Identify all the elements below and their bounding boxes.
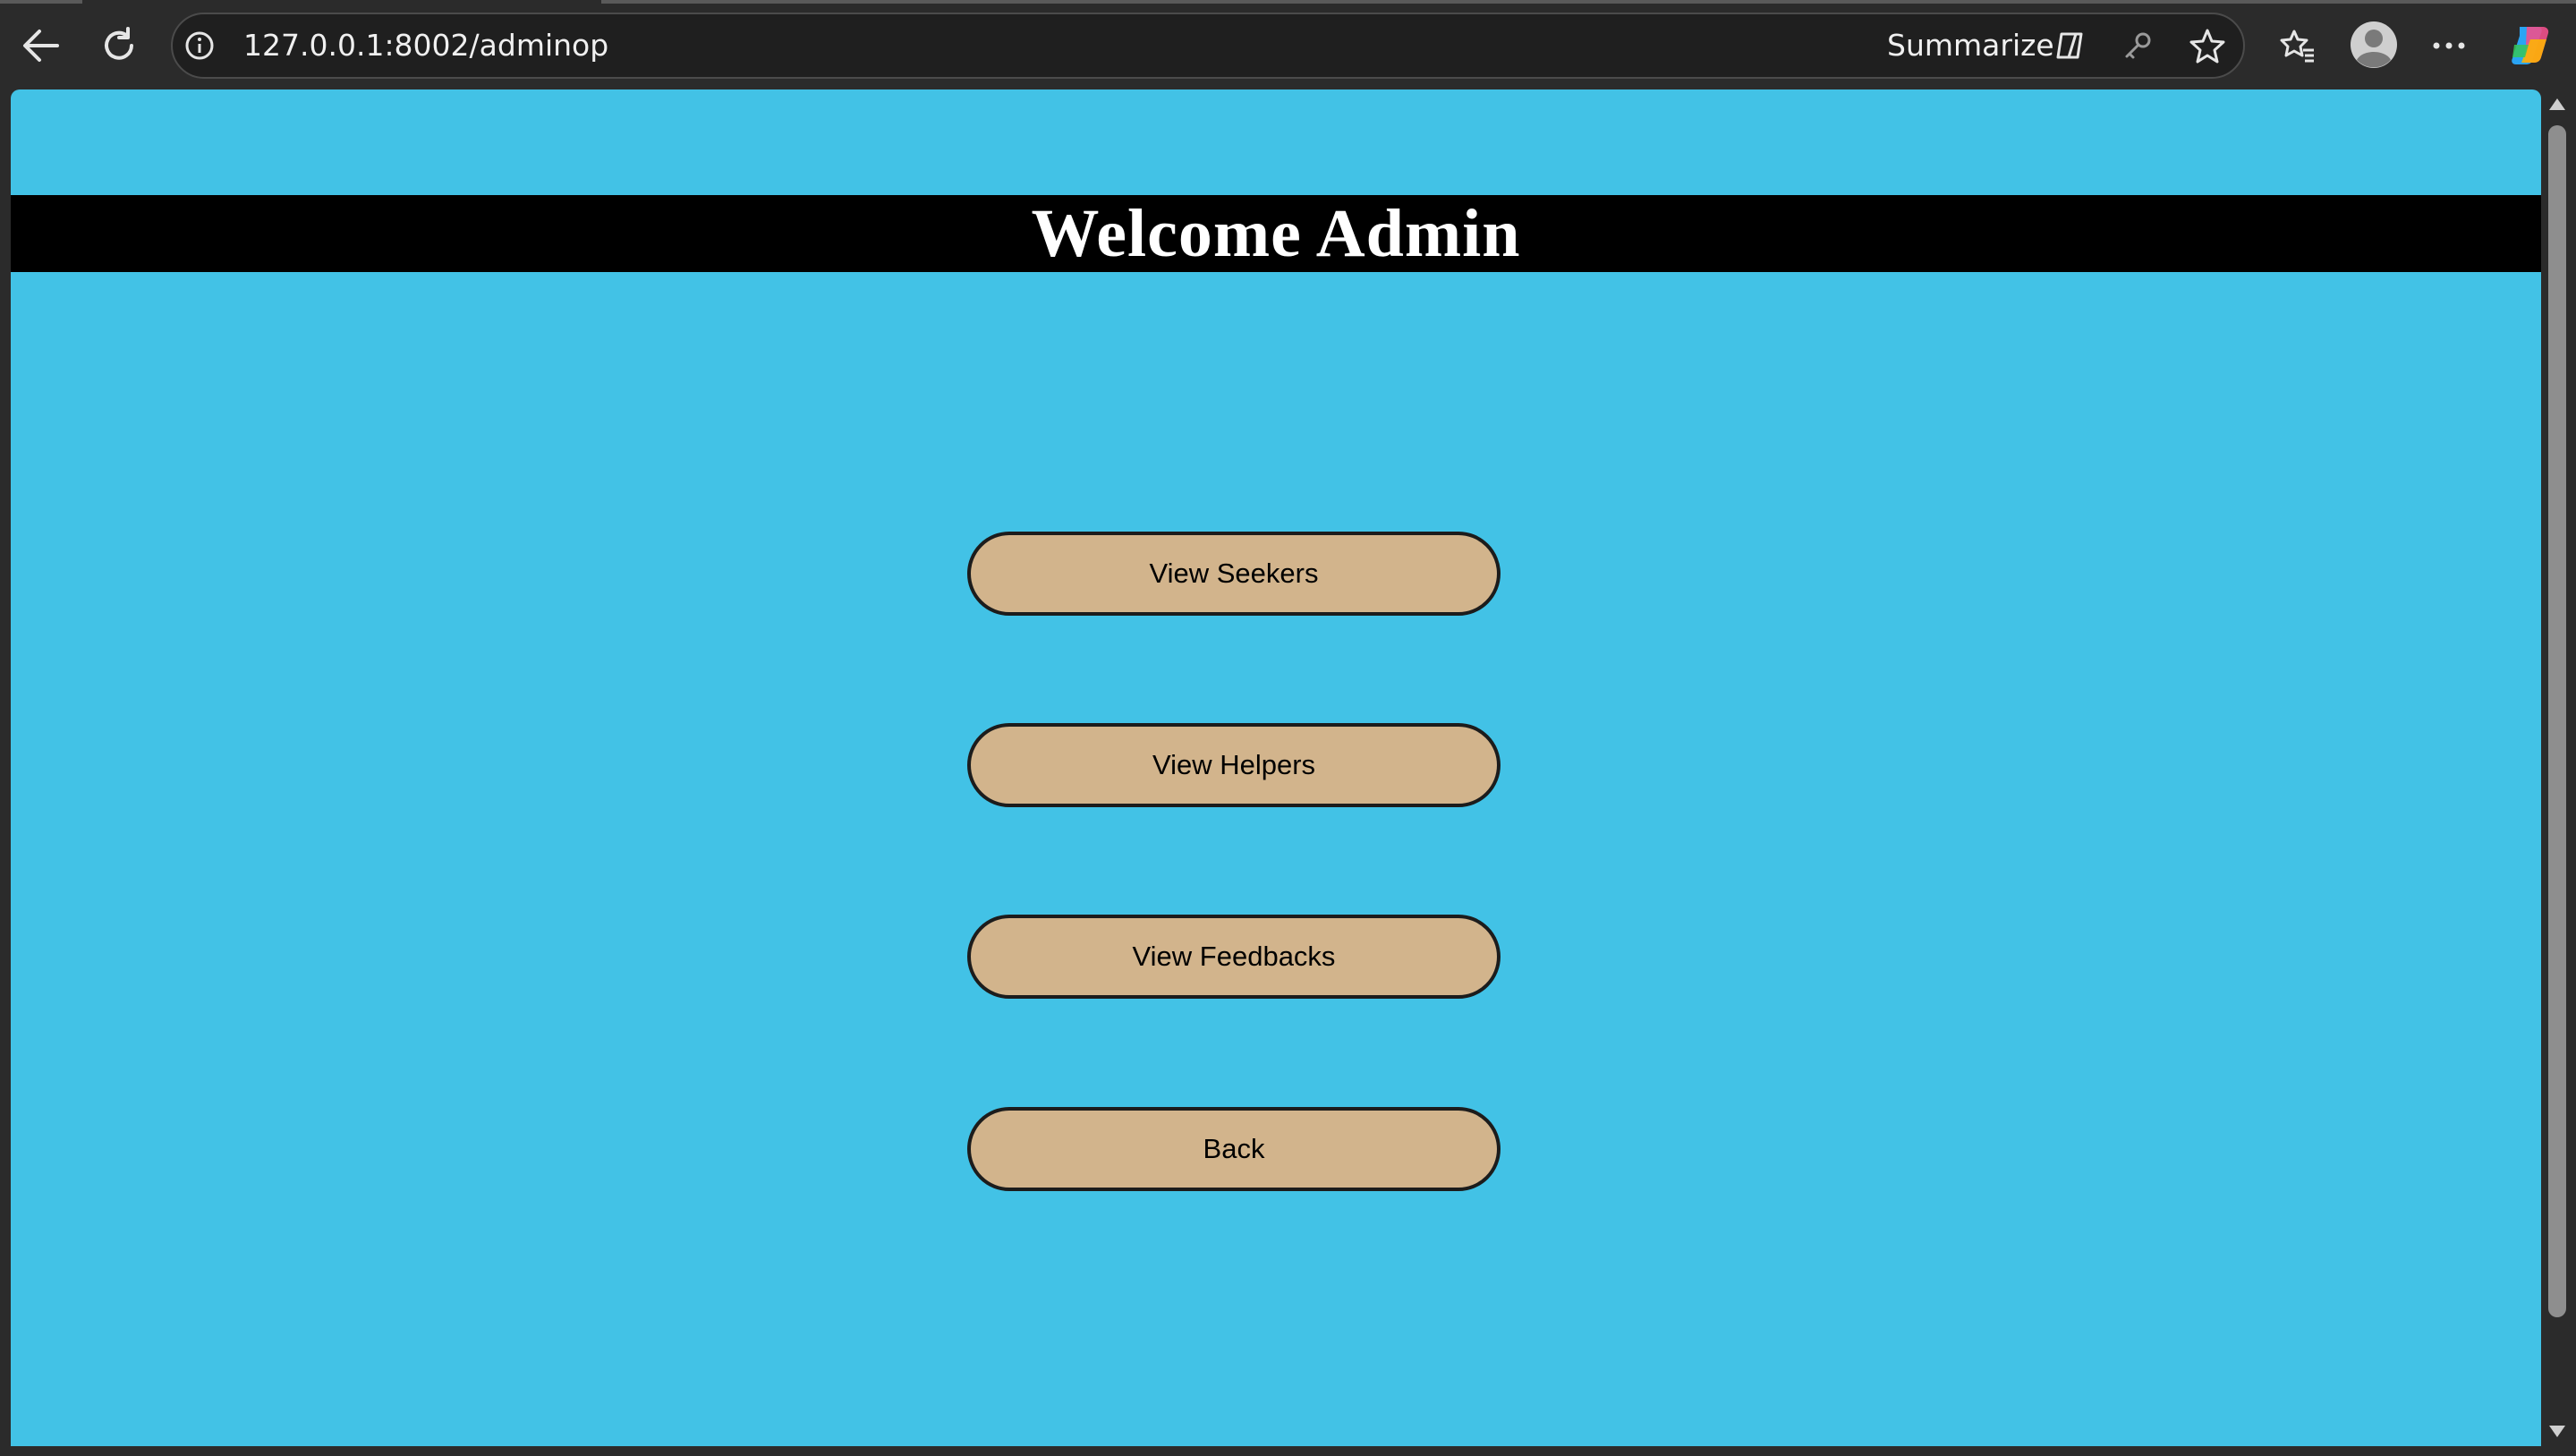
header-bar: Welcome Admin — [11, 195, 2541, 272]
key-icon[interactable] — [2119, 27, 2156, 64]
refresh-icon[interactable] — [95, 21, 143, 70]
view-seekers-button[interactable]: View Seekers — [967, 532, 1501, 616]
back-button[interactable]: Back — [967, 1107, 1501, 1191]
view-helpers-button[interactable]: View Helpers — [967, 723, 1501, 807]
summarize-button[interactable]: Summarize — [1887, 27, 2054, 64]
star-icon[interactable] — [2187, 25, 2228, 66]
back-icon[interactable] — [16, 23, 66, 68]
scroll-down-arrow-icon[interactable] — [2547, 1423, 2567, 1439]
more-icon[interactable] — [2428, 27, 2470, 64]
favorites-icon[interactable] — [2277, 25, 2318, 66]
tab-strip-edge — [601, 0, 2576, 4]
url-text[interactable]: 127.0.0.1:8002/adminop — [243, 27, 608, 64]
page-viewport: Welcome Admin View Seekers View Helpers … — [11, 89, 2541, 1446]
tab-strip-edge — [0, 0, 82, 4]
info-icon[interactable] — [183, 29, 217, 63]
copilot-summarize-icon[interactable] — [2051, 27, 2088, 64]
scroll-up-arrow-icon[interactable] — [2547, 97, 2567, 113]
browser-toolbar: 127.0.0.1:8002/adminop Summarize — [0, 0, 2576, 89]
view-feedbacks-button[interactable]: View Feedbacks — [967, 915, 1501, 999]
copilot-icon[interactable] — [2505, 20, 2555, 70]
profile-icon[interactable] — [2349, 20, 2399, 70]
scrollbar-thumb[interactable] — [2548, 125, 2566, 1317]
page-title: Welcome Admin — [1031, 195, 1521, 271]
